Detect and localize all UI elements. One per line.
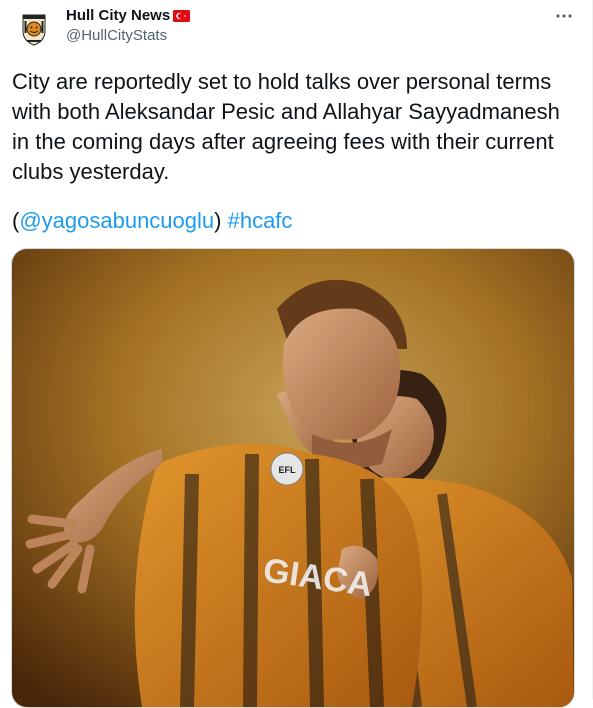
hull-city-news-badge-icon [14,9,54,49]
more-options-icon[interactable] [552,6,576,26]
tweet-media-image[interactable]: EFL GIACA [11,248,575,708]
tweet-text: City are reportedly set to hold talks ov… [12,69,567,184]
tweet-card[interactable]: Hull City News @HullCityStats City are r… [0,0,593,708]
turkey-flag-icon [173,9,191,22]
close-paren: ) [214,208,222,233]
name-row: Hull City News [66,6,576,25]
tweet-links-line: (@yagosabuncuoglu) #hcafc [12,206,292,236]
handle[interactable]: @HullCityStats [66,27,576,44]
hashtag-link[interactable]: #hcafc [228,208,293,233]
avatar[interactable] [14,9,54,49]
mention-link[interactable]: @yagosabuncuoglu [19,208,214,233]
tweet-header: Hull City News @HullCityStats [66,6,576,46]
players-celebrating-photo: EFL GIACA [12,249,574,707]
display-name[interactable]: Hull City News [66,7,170,24]
